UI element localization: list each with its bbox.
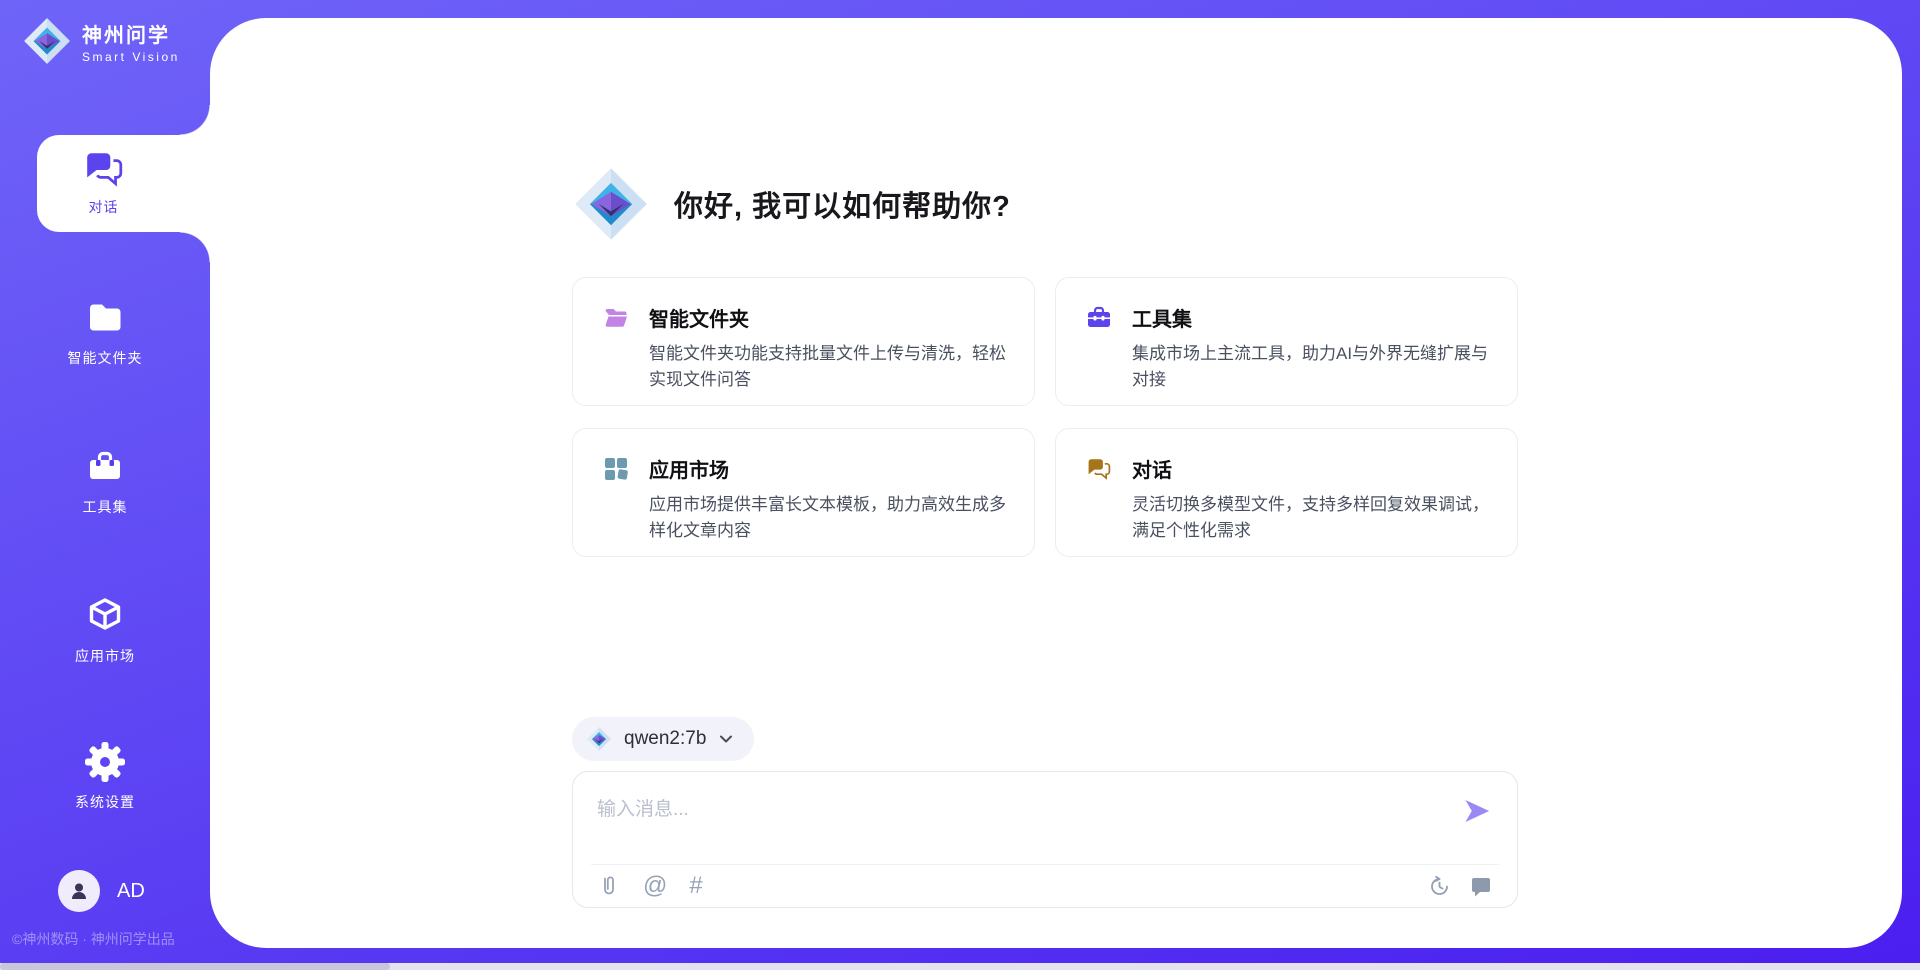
sidebar-item-chat[interactable]: 对话 xyxy=(37,135,210,232)
logo-text: 神州问学 Smart Vision xyxy=(82,19,180,64)
card-app-market[interactable]: 应用市场 应用市场提供丰富长文本模板，助力高效生成多样化文章内容 xyxy=(572,428,1035,557)
sidebar-item-smart-folder[interactable]: 智能文件夹 xyxy=(0,298,210,368)
toolbar-right xyxy=(1427,874,1493,898)
card-head: 对话 xyxy=(1086,454,1493,483)
sidebar: 神州问学 Smart Vision 对话 智能文件夹 工具集 xyxy=(0,0,210,970)
cube-icon xyxy=(85,596,125,636)
card-chat[interactable]: 对话 灵活切换多模型文件，支持多样回复效果调试，满足个性化需求 xyxy=(1055,428,1518,557)
app-root: 神州问学 Smart Vision 对话 智能文件夹 工具集 xyxy=(0,0,1920,970)
sidebar-item-label: 应用市场 xyxy=(75,646,135,666)
tab-curve-bottom xyxy=(180,232,210,262)
user-profile[interactable]: AD xyxy=(58,870,145,912)
card-description: 灵活切换多模型文件，支持多样回复效果调试，满足个性化需求 xyxy=(1132,492,1493,543)
briefcase-icon xyxy=(1086,305,1112,331)
toolbar-left: @ # xyxy=(597,874,703,898)
diamond-logo-icon xyxy=(586,726,612,752)
composer-toolbar: @ # xyxy=(597,865,1493,907)
card-description: 智能文件夹功能支持批量文件上传与清洗，轻松实现文件问答 xyxy=(649,341,1010,392)
hero-diamond-icon xyxy=(572,165,650,243)
logo-title: 神州问学 xyxy=(82,19,180,48)
avatar xyxy=(58,870,100,912)
card-title: 工具集 xyxy=(1132,303,1192,332)
comment-button[interactable] xyxy=(1469,874,1493,898)
chat-icon xyxy=(83,148,125,190)
model-selector[interactable]: qwen2:7b xyxy=(572,717,754,761)
message-input[interactable] xyxy=(597,790,1417,830)
greeting-title: 你好, 我可以如何帮助你? xyxy=(674,183,1011,225)
card-title: 对话 xyxy=(1132,454,1172,483)
sidebar-item-label: 对话 xyxy=(89,197,119,217)
main-content: 你好, 我可以如何帮助你? 智能文件夹 智能文件夹功能支持批量文件上传与清洗，轻… xyxy=(210,18,1902,948)
blocks-icon xyxy=(603,456,629,482)
history-icon xyxy=(1427,874,1451,898)
feature-cards: 智能文件夹 智能文件夹功能支持批量文件上传与清洗，轻松实现文件问答 工具 xyxy=(572,277,1518,557)
logo-diamond-icon xyxy=(22,16,72,66)
sidebar-item-label: 智能文件夹 xyxy=(68,348,143,368)
sidebar-item-settings[interactable]: 系统设置 xyxy=(0,742,210,812)
chat-icon xyxy=(1086,456,1112,482)
horizontal-scrollbar[interactable] xyxy=(0,963,1920,970)
comment-icon xyxy=(1469,874,1493,898)
person-icon xyxy=(67,879,91,903)
history-button[interactable] xyxy=(1427,874,1451,898)
tab-curve-top xyxy=(180,105,210,135)
card-toolset[interactable]: 工具集 集成市场上主流工具，助力AI与外界无缝扩展与对接 xyxy=(1055,277,1518,406)
card-description: 集成市场上主流工具，助力AI与外界无缝扩展与对接 xyxy=(1132,341,1493,392)
footer-credit: ©神州数码 · 神州问学出品 xyxy=(12,929,210,949)
chevron-down-icon xyxy=(718,731,734,747)
model-name: qwen2:7b xyxy=(624,728,706,750)
folder-open-icon xyxy=(603,305,629,331)
greeting-block: 你好, 我可以如何帮助你? xyxy=(572,165,1518,243)
sidebar-item-label: 系统设置 xyxy=(75,792,135,812)
card-description: 应用市场提供丰富长文本模板，助力高效生成多样化文章内容 xyxy=(649,492,1010,543)
logo-subtitle: Smart Vision xyxy=(82,50,180,64)
sidebar-item-label: 工具集 xyxy=(83,497,128,517)
topic-button[interactable]: # xyxy=(689,874,702,898)
scrollbar-thumb[interactable] xyxy=(0,963,390,970)
attachment-button[interactable] xyxy=(597,874,621,898)
briefcase-icon xyxy=(85,447,125,487)
card-head: 应用市场 xyxy=(603,454,1010,483)
card-title: 智能文件夹 xyxy=(649,303,749,332)
card-head: 智能文件夹 xyxy=(603,303,1010,332)
card-smart-folder[interactable]: 智能文件夹 智能文件夹功能支持批量文件上传与清洗，轻松实现文件问答 xyxy=(572,277,1035,406)
sidebar-item-app-market[interactable]: 应用市场 xyxy=(0,596,210,666)
send-icon xyxy=(1462,796,1492,826)
card-head: 工具集 xyxy=(1086,303,1493,332)
gear-icon xyxy=(85,742,125,782)
sidebar-item-toolset[interactable]: 工具集 xyxy=(0,447,210,517)
card-title: 应用市场 xyxy=(649,454,729,483)
app-logo: 神州问学 Smart Vision xyxy=(22,16,180,66)
send-button[interactable] xyxy=(1461,796,1493,828)
attachment-icon xyxy=(597,874,621,898)
mention-button[interactable]: @ xyxy=(643,874,667,898)
message-composer: @ # xyxy=(572,771,1518,908)
user-initials: AD xyxy=(117,880,145,903)
folder-icon xyxy=(85,298,125,338)
main-inner: 你好, 我可以如何帮助你? 智能文件夹 智能文件夹功能支持批量文件上传与清洗，轻… xyxy=(572,165,1518,908)
